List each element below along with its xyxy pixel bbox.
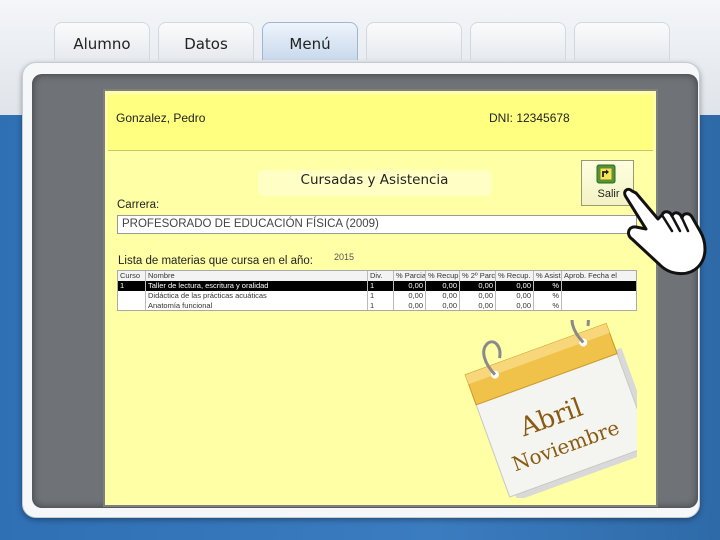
- column-header: Div.: [368, 271, 394, 281]
- cell-parcial: 0,00: [394, 291, 426, 301]
- pointing-hand-icon: [623, 187, 707, 275]
- cell-recup-2: 0,00: [496, 301, 534, 310]
- cell-div: 1: [368, 281, 394, 291]
- table-row[interactable]: Anatomía funcional 1 0,00 0,00 0,00 0,00…: [118, 301, 636, 310]
- cell-parcial-2: 0,00: [460, 281, 496, 291]
- column-header: Nombre: [146, 271, 368, 281]
- tab-datos[interactable]: Datos: [158, 22, 254, 60]
- column-header: % Recup.: [428, 271, 460, 281]
- cell-recup-2: 0,00: [496, 281, 534, 291]
- carrera-field[interactable]: PROFESORADO DE EDUCACIÓN FÍSICA (2009): [117, 215, 637, 234]
- page-title: Cursadas y Asistencia: [300, 172, 449, 188]
- cell-div: 1: [368, 291, 394, 301]
- cell-aprob: [562, 291, 636, 301]
- tab-empty-6[interactable]: [574, 22, 670, 60]
- cell-curso: [118, 291, 146, 301]
- carrera-label: Carrera:: [117, 199, 160, 211]
- cell-asist: %: [534, 301, 562, 310]
- cell-asist: %: [534, 291, 562, 301]
- exit-arrow-icon: [596, 164, 616, 184]
- column-header: % Parcia: [396, 271, 426, 281]
- cell-recup-2: 0,00: [496, 291, 534, 301]
- tab-menu[interactable]: Menú: [262, 22, 358, 60]
- year-value: 2015: [334, 252, 355, 262]
- cell-recup: 0,00: [426, 291, 460, 301]
- column-header: % Recup.: [496, 271, 534, 281]
- cell-recup: 0,00: [426, 301, 460, 310]
- student-dni: DNI: 12345678: [489, 111, 570, 125]
- cell-nombre: Anatomía funcional: [146, 301, 368, 310]
- column-header: % Asist.: [536, 271, 562, 281]
- cell-parcial-2: 0,00: [460, 291, 496, 301]
- table-row[interactable]: 1 Taller de lectura, escritura y oralida…: [118, 281, 636, 291]
- lista-label: Lista de materias que cursa en el año:: [118, 255, 313, 267]
- cell-curso: [118, 301, 146, 310]
- cell-parcial: 0,00: [394, 281, 426, 291]
- cell-aprob: [562, 301, 636, 310]
- cell-div: 1: [368, 301, 394, 310]
- student-name: Gonzalez, Pedro: [116, 111, 206, 125]
- column-header: % 2º Parcial: [462, 271, 496, 281]
- cell-parcial: 0,00: [394, 301, 426, 310]
- tab-empty-4[interactable]: [366, 22, 462, 60]
- cell-asist: %: [534, 281, 562, 291]
- cell-recup: 0,00: [426, 281, 460, 291]
- materias-table: Curso Nombre Div. % Parcia % Recup. % 2º…: [117, 270, 637, 311]
- cell-nombre: Taller de lectura, escritura y oralidad: [146, 281, 368, 291]
- tab-empty-5[interactable]: [470, 22, 566, 60]
- cell-nombre: Didáctica de las prácticas acuáticas: [146, 291, 368, 301]
- column-header: Curso: [118, 271, 146, 281]
- table-row[interactable]: Didáctica de las prácticas acuáticas 1 0…: [118, 291, 636, 301]
- cell-parcial-2: 0,00: [460, 301, 496, 310]
- cell-curso: 1: [118, 281, 146, 291]
- calendar-icon: Abril Noviembre: [464, 320, 637, 498]
- tab-alumno[interactable]: Alumno: [54, 22, 150, 60]
